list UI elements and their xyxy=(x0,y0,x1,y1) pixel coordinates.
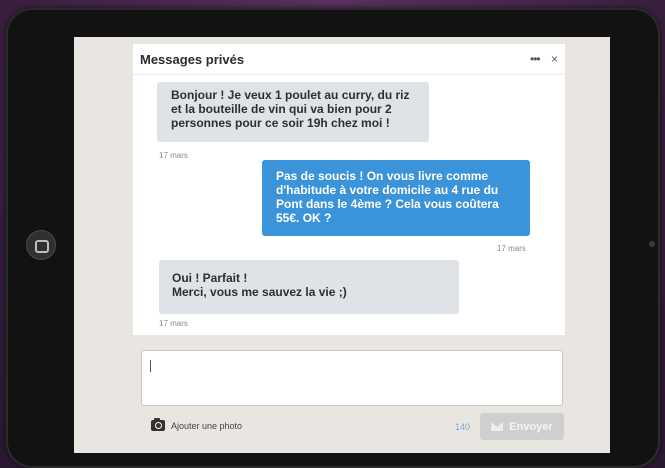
panel-title: Messages privés xyxy=(140,52,245,67)
send-label: Envoyer xyxy=(509,420,553,433)
front-camera-icon xyxy=(649,241,655,247)
message-line: Pas de soucis ! On vous livre comme xyxy=(276,169,489,183)
message-timestamp: 17 mars xyxy=(159,151,188,160)
messages-panel: Messages privés ••• × Bonjour ! Je veux … xyxy=(133,44,565,335)
message-line: Bonjour ! Je veux 1 poulet au curry, du … xyxy=(171,88,410,102)
message-line: Oui ! Parfait ! xyxy=(172,271,248,285)
panel-header: Messages privés ••• × xyxy=(133,44,565,75)
message-bubble-incoming: Bonjour ! Je veux 1 poulet au curry, du … xyxy=(157,82,429,142)
message-line: Pont dans le 4ème ? Cela vous coûtera xyxy=(276,197,499,211)
add-photo-label: Ajouter une photo xyxy=(171,420,243,431)
message-line: Merci, vous me sauvez la vie ;) xyxy=(172,285,347,299)
message-timestamp: 17 mars xyxy=(159,319,188,328)
home-button-icon xyxy=(26,230,56,260)
tablet-frame: Messages privés ••• × Bonjour ! Je veux … xyxy=(6,8,660,468)
send-button[interactable]: Envoyer xyxy=(480,413,564,440)
message-line: et la bouteille de vin qui va bien pour … xyxy=(171,102,392,116)
more-icon[interactable]: ••• xyxy=(530,52,541,66)
character-count: 140 xyxy=(455,422,471,432)
message-bubble-incoming: Oui ! Parfait ! Merci, vous me sauvez la… xyxy=(159,260,459,314)
close-icon[interactable]: × xyxy=(551,52,558,66)
camera-icon xyxy=(151,418,165,431)
send-icon xyxy=(491,422,504,431)
message-input[interactable] xyxy=(141,350,563,406)
add-photo-button[interactable]: Ajouter une photo xyxy=(151,418,243,431)
message-line: personnes pour ce soir 19h chez moi ! xyxy=(171,116,390,130)
text-caret xyxy=(150,360,151,372)
message-bubble-outgoing: Pas de soucis ! On vous livre comme d'ha… xyxy=(262,160,530,236)
message-timestamp: 17 mars xyxy=(497,244,526,253)
message-line: 55€. OK ? xyxy=(276,211,332,225)
message-line: d'habitude à votre domicile au 4 rue du xyxy=(276,183,499,197)
screen: Messages privés ••• × Bonjour ! Je veux … xyxy=(74,37,610,453)
